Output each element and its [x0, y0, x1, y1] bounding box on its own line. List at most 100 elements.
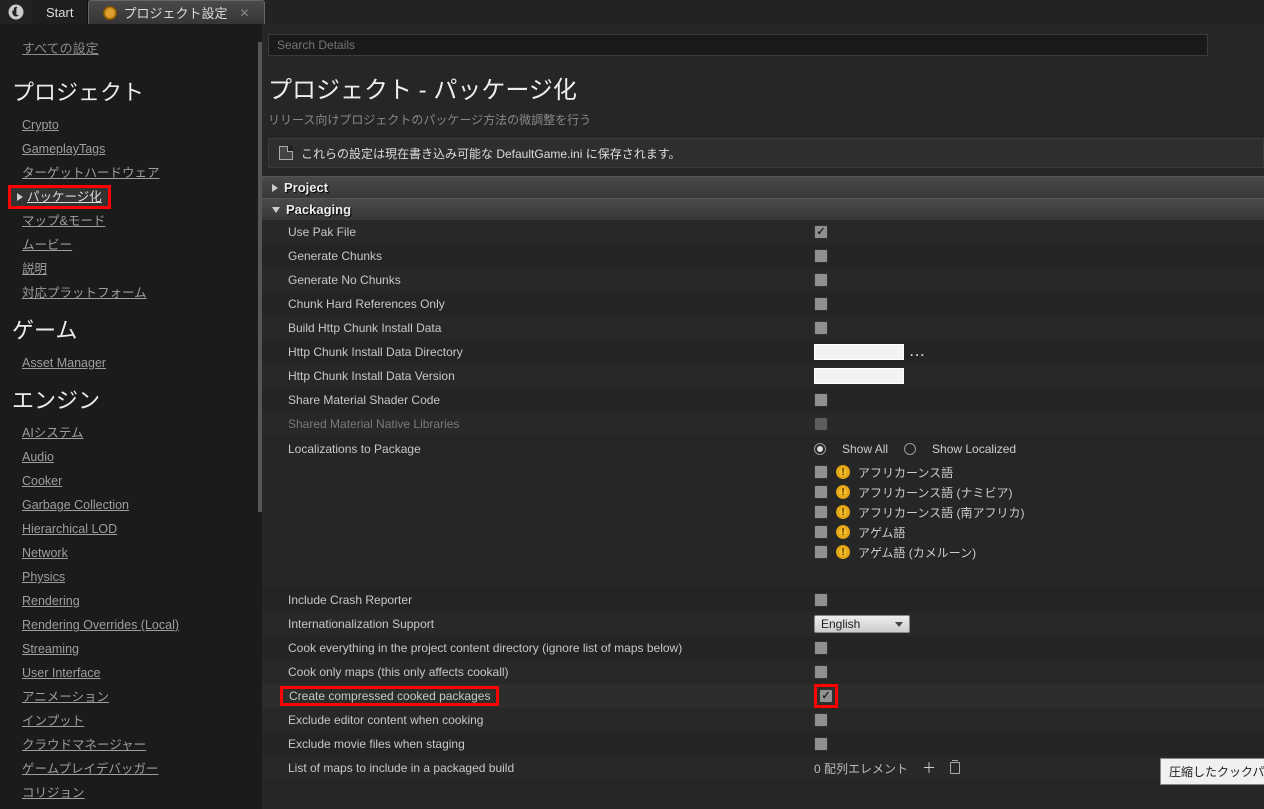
row-exclude-movie: Exclude movie files when staging — [262, 732, 1264, 756]
checkbox-cook-only[interactable] — [814, 665, 828, 679]
row-share-mat: Share Material Shader Code — [262, 388, 1264, 412]
row-cook-all: Cook everything in the project content d… — [262, 636, 1264, 660]
lang-row-1: !アフリカーンス語 (ナミビア) — [814, 482, 1264, 502]
input-http-ver[interactable] — [814, 368, 904, 384]
sidebar-item-ai-system[interactable]: AIシステム — [12, 421, 262, 445]
gear-icon — [103, 6, 117, 20]
sidebar-item-platforms[interactable]: 対応プラットフォーム — [12, 281, 262, 305]
row-cook-only: Cook only maps (this only affects cookal… — [262, 660, 1264, 684]
main-area: すべての設定 プロジェクト Crypto GameplayTags ターゲットハ… — [0, 24, 1264, 809]
sidebar-item-crowd[interactable]: クラウドマネージャー — [12, 733, 262, 757]
chevron-down-icon — [895, 622, 903, 627]
sidebar-item-rendering[interactable]: Rendering — [12, 589, 262, 613]
info-bar: これらの設定は現在書き込み可能な DefaultGame.ini に保存されます… — [268, 138, 1264, 168]
tab-project-settings[interactable]: プロジェクト設定 ✕ — [88, 0, 264, 24]
checkbox-lang-3[interactable] — [814, 525, 828, 539]
checkbox-crash-reporter[interactable] — [814, 593, 828, 607]
row-http-ver: Http Chunk Install Data Version — [262, 364, 1264, 388]
sidebar-item-gc[interactable]: Garbage Collection — [12, 493, 262, 517]
checkbox-build-http[interactable] — [814, 321, 828, 335]
sidebar-item-audio[interactable]: Audio — [12, 445, 262, 469]
sidebar-item-rendering-local[interactable]: Rendering Overrides (Local) — [12, 613, 262, 637]
array-count: 0 配列エレメント — [814, 760, 908, 777]
sidebar-item-gameplay-debugger[interactable]: ゲームプレイデバッガー — [12, 757, 262, 781]
sidebar-item-cooker[interactable]: Cooker — [12, 469, 262, 493]
page-subtitle: リリース向けプロジェクトのパッケージ方法の微調整を行う — [262, 105, 1264, 138]
sidebar-item-gameplaytags[interactable]: GameplayTags — [12, 137, 262, 161]
checkbox-share-mat[interactable] — [814, 393, 828, 407]
radio-show-all[interactable] — [814, 443, 826, 455]
browse-button[interactable]: ... — [910, 345, 926, 359]
sidebar-item-packaging[interactable]: パッケージ化 — [8, 185, 111, 209]
lang-row-4: !アゲム語 (カメルーン) — [814, 542, 1264, 562]
checkbox-gen-chunks[interactable] — [814, 249, 828, 263]
info-text: これらの設定は現在書き込み可能な DefaultGame.ini に保存されます… — [301, 145, 681, 162]
sidebar-item-crypto[interactable]: Crypto — [12, 113, 262, 137]
row-localizations: Localizations to Package Show All Show L… — [262, 436, 1264, 568]
checkbox-lang-0[interactable] — [814, 465, 828, 479]
row-list-maps: List of maps to include in a packaged bu… — [262, 756, 1264, 780]
sidebar-item-animation[interactable]: アニメーション — [12, 685, 262, 709]
sidebar-item-hlod[interactable]: Hierarchical LOD — [12, 517, 262, 541]
checkbox-exclude-movie[interactable] — [814, 737, 828, 751]
unreal-logo-icon — [0, 0, 32, 24]
expand-icon — [17, 193, 23, 201]
add-icon[interactable]: ＋ — [922, 758, 936, 778]
row-exclude-editor: Exclude editor content when cooking — [262, 708, 1264, 732]
radio-show-localized[interactable] — [904, 443, 916, 455]
row-gen-no-chunks: Generate No Chunks — [262, 268, 1264, 292]
warning-icon: ! — [836, 545, 850, 559]
localizations-label: Localizations to Package — [288, 436, 814, 568]
sidebar-item-target-hardware[interactable]: ターゲットハードウェア — [12, 161, 262, 185]
tab-start[interactable]: Start — [32, 0, 88, 24]
warning-icon: ! — [836, 505, 850, 519]
row-intl-support: Internationalization SupportEnglish — [262, 612, 1264, 636]
dropdown-intl-support[interactable]: English — [814, 615, 910, 633]
sidebar-item-asset-manager[interactable]: Asset Manager — [12, 351, 262, 375]
tooltip: 圧縮したクックパッケージを作成（デプロイメントサイズを減少） — [1160, 758, 1264, 785]
input-http-dir[interactable] — [814, 344, 904, 360]
checkbox-lang-4[interactable] — [814, 545, 828, 559]
lang-row-0: !アフリカーンス語 — [814, 462, 1264, 482]
sidebar-category-engine: エンジン — [12, 375, 262, 421]
sidebar-category-project: プロジェクト — [12, 67, 262, 113]
sidebar-category-game: ゲーム — [12, 305, 262, 351]
section-project-header[interactable]: Project — [262, 176, 1264, 198]
sidebar-item-network[interactable]: Network — [12, 541, 262, 565]
warning-icon: ! — [836, 465, 850, 479]
sidebar-item-maps-modes[interactable]: マップ&モード — [12, 209, 262, 233]
page-title: プロジェクト - パッケージ化 — [268, 70, 1264, 105]
localization-filter: Show All Show Localized — [814, 442, 1264, 456]
sidebar-item-input[interactable]: インプット — [12, 709, 262, 733]
chevron-down-icon — [272, 207, 280, 213]
search-bar — [268, 34, 1264, 56]
checkbox-lang-1[interactable] — [814, 485, 828, 499]
checkbox-create-compressed[interactable] — [819, 689, 833, 703]
sections: Project Packaging Use Pak File Generate … — [262, 176, 1264, 809]
section-packaging-header[interactable]: Packaging — [262, 198, 1264, 220]
checkbox-shared-native — [814, 417, 828, 431]
row-gen-chunks: Generate Chunks — [262, 244, 1264, 268]
row-chunk-hard: Chunk Hard References Only — [262, 292, 1264, 316]
checkbox-cook-all[interactable] — [814, 641, 828, 655]
checkbox-lang-2[interactable] — [814, 505, 828, 519]
row-create-compressed: Create compressed cooked packages — [262, 684, 1264, 708]
checkbox-exclude-editor[interactable] — [814, 713, 828, 727]
search-input[interactable] — [268, 34, 1208, 56]
sidebar-all-settings[interactable]: すべての設定 — [12, 34, 262, 67]
close-icon[interactable]: ✕ — [239, 6, 249, 20]
sidebar-item-physics[interactable]: Physics — [12, 565, 262, 589]
sidebar-item-streaming[interactable]: Streaming — [12, 637, 262, 661]
checkbox-use-pak[interactable] — [814, 225, 828, 239]
sidebar-item-ui[interactable]: User Interface — [12, 661, 262, 685]
sidebar: すべての設定 プロジェクト Crypto GameplayTags ターゲットハ… — [0, 24, 262, 809]
sidebar-item-movies[interactable]: ムービー — [12, 233, 262, 257]
row-use-pak: Use Pak File — [262, 220, 1264, 244]
checkbox-gen-no-chunks[interactable] — [814, 273, 828, 287]
row-http-dir: Http Chunk Install Data Directory... — [262, 340, 1264, 364]
trash-icon[interactable] — [950, 762, 960, 774]
lang-row-2: !アフリカーンス語 (南アフリカ) — [814, 502, 1264, 522]
sidebar-item-description[interactable]: 説明 — [12, 257, 262, 281]
checkbox-chunk-hard[interactable] — [814, 297, 828, 311]
sidebar-item-collision[interactable]: コリジョン — [12, 781, 262, 805]
